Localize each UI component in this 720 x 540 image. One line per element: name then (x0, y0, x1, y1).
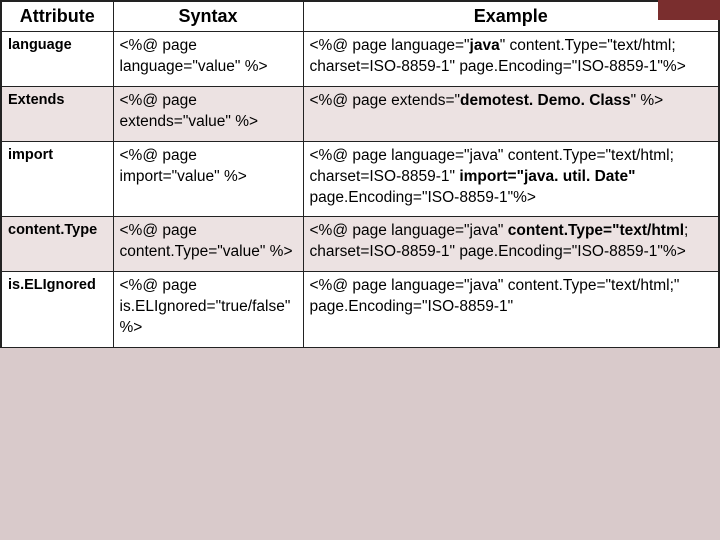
table-row: is.ELIgnored <%@ page is.ELIgnored="true… (1, 272, 719, 348)
cell-syntax: <%@ page is.ELIgnored="true/false" %> (113, 272, 303, 348)
header-example-label: Example (474, 6, 548, 26)
cell-example: <%@ page language="java" content.Type="t… (303, 272, 719, 348)
table-row: content.Type <%@ page content.Type="valu… (1, 217, 719, 272)
cell-example: <%@ page extends="demotest. Demo. Class"… (303, 86, 719, 141)
cell-example: <%@ page language="java" content.Type="t… (303, 141, 719, 217)
header-example: Example (303, 1, 719, 32)
cell-attribute: import (1, 141, 113, 217)
table-body: language <%@ page language="value" %> <%… (1, 32, 719, 348)
table-header-row: Attribute Syntax Example (1, 1, 719, 32)
header-attribute: Attribute (1, 1, 113, 32)
table-row: Extends <%@ page extends="value" %> <%@ … (1, 86, 719, 141)
cell-attribute: content.Type (1, 217, 113, 272)
cell-syntax: <%@ page content.Type="value" %> (113, 217, 303, 272)
cell-example: <%@ page language="java" content.Type="t… (303, 32, 719, 87)
header-accent (658, 0, 720, 20)
cell-syntax: <%@ page extends="value" %> (113, 86, 303, 141)
cell-attribute: is.ELIgnored (1, 272, 113, 348)
attribute-table: Attribute Syntax Example language <%@ pa… (0, 0, 720, 348)
cell-syntax: <%@ page language="value" %> (113, 32, 303, 87)
header-syntax: Syntax (113, 1, 303, 32)
cell-attribute: Extends (1, 86, 113, 141)
table-row: language <%@ page language="value" %> <%… (1, 32, 719, 87)
cell-attribute: language (1, 32, 113, 87)
table-row: import <%@ page import="value" %> <%@ pa… (1, 141, 719, 217)
cell-syntax: <%@ page import="value" %> (113, 141, 303, 217)
cell-example: <%@ page language="java" content.Type="t… (303, 217, 719, 272)
